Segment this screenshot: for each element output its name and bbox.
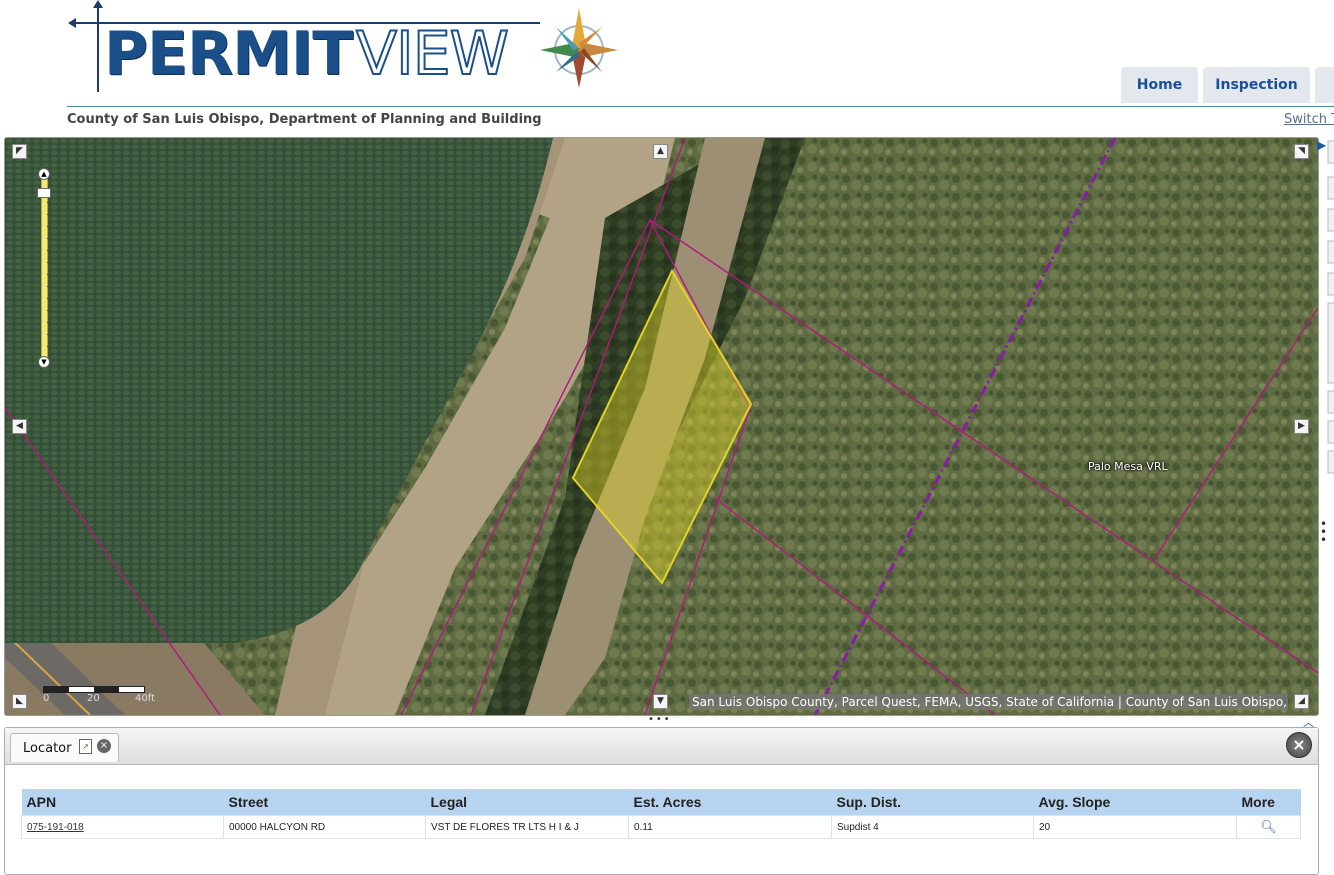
- cell-legal: VST DE FLORES TR LTS H I & J: [425, 815, 629, 839]
- panel-resize-handle[interactable]: •••: [648, 714, 672, 725]
- col-sup-dist: Sup. Dist.: [831, 789, 1034, 816]
- sidebar-resize-handle[interactable]: • • •: [1320, 518, 1327, 546]
- locator-panel: Locator ↗ × × APN Street Legal Est. Acre…: [4, 727, 1319, 875]
- col-est-acres: Est. Acres: [628, 789, 832, 816]
- zoom-in-icon[interactable]: ▲: [38, 168, 50, 180]
- panel-tab-bar: Locator ↗ × ×: [5, 728, 1318, 765]
- nav-tab-inspection[interactable]: Inspection: [1203, 67, 1310, 103]
- zoom-handle[interactable]: [37, 188, 51, 198]
- cell-avg-slope: 20: [1033, 815, 1237, 839]
- export-icon[interactable]: ↗: [79, 739, 92, 754]
- logo-axis-vertical: [97, 2, 99, 92]
- pan-west-icon[interactable]: ◀: [12, 419, 27, 434]
- place-label: Palo Mesa VRL: [1088, 460, 1168, 473]
- expand-sidebar-icon[interactable]: ▶: [1317, 138, 1326, 152]
- logo-view-text: VIEW: [355, 18, 510, 90]
- sidebar-rail-buttons: [1327, 140, 1334, 474]
- scale-label-40: 40ft: [135, 693, 155, 704]
- pan-north-icon[interactable]: ▲: [653, 144, 668, 159]
- map-attribution: San Luis Obispo County, Parcel Quest, FE…: [689, 694, 1288, 710]
- sidebar-rail[interactable]: [1326, 137, 1334, 477]
- logo-permit-text: PERMIT: [104, 19, 353, 89]
- scale-line: [43, 686, 145, 693]
- department-title: County of San Luis Obispo, Department of…: [67, 112, 542, 127]
- tab-locator[interactable]: Locator ↗ ×: [10, 733, 119, 762]
- col-more: More: [1236, 789, 1301, 816]
- cell-acres: 0.11: [628, 815, 832, 839]
- cell-apn: 075-191-018: [21, 815, 224, 839]
- scale-label-0: 0: [43, 693, 50, 704]
- col-street: Street: [223, 789, 426, 816]
- aerial-imagery[interactable]: [5, 138, 1318, 715]
- pan-northeast-icon[interactable]: ◥: [1294, 144, 1309, 159]
- col-apn: APN: [21, 789, 224, 816]
- tab-locator-label: Locator: [23, 741, 72, 756]
- permitview-logo: PERMIT VIEW: [68, 0, 628, 100]
- results-table: APN Street Legal Est. Acres Sup. Dist. A…: [21, 789, 1301, 839]
- nav-tab-partial[interactable]: [1315, 67, 1334, 103]
- scale-label-20: 20: [87, 693, 100, 704]
- table-header-row: APN Street Legal Est. Acres Sup. Dist. A…: [21, 789, 1301, 816]
- zoom-ticks: [47, 178, 51, 358]
- map-view[interactable]: ▲ ▼ ◤ ▲ ◥ ◀ ▶ ◣ ▼ ◢ 0 20 40ft Palo Mesa …: [4, 137, 1319, 716]
- pan-southeast-icon[interactable]: ◢: [1294, 694, 1309, 709]
- cell-sup-dist: Supdist 4: [831, 815, 1034, 839]
- col-avg-slope: Avg. Slope: [1033, 789, 1237, 816]
- close-tab-icon[interactable]: ×: [97, 739, 111, 753]
- compass-rose-icon: [540, 8, 618, 88]
- switch-link[interactable]: Switch T: [1284, 112, 1334, 127]
- pan-south-icon[interactable]: ▼: [653, 694, 668, 709]
- logo-arrow-up-icon: [93, 0, 103, 8]
- apn-link[interactable]: 075-191-018: [27, 822, 84, 833]
- pan-east-icon[interactable]: ▶: [1294, 419, 1309, 434]
- pan-northwest-icon[interactable]: ◤: [12, 144, 27, 159]
- pan-southwest-icon[interactable]: ◣: [12, 694, 27, 709]
- close-panel-icon[interactable]: ×: [1286, 732, 1312, 758]
- magnifier-icon[interactable]: 🔍︎: [1260, 819, 1277, 834]
- zoom-slider[interactable]: ▲ ▼: [37, 168, 51, 368]
- cell-street: 00000 HALCYON RD: [223, 815, 426, 839]
- logo-arrow-left-icon: [68, 18, 76, 28]
- nav-tab-home[interactable]: Home: [1121, 67, 1198, 103]
- zoom-out-icon[interactable]: ▼: [38, 356, 50, 368]
- header-divider: [67, 106, 1334, 107]
- scale-bar: 0 20 40ft: [43, 686, 155, 706]
- col-legal: Legal: [425, 789, 629, 816]
- table-row: 075-191-018 00000 HALCYON RD VST DE FLOR…: [21, 815, 1301, 839]
- cell-more: 🔍︎: [1236, 815, 1301, 839]
